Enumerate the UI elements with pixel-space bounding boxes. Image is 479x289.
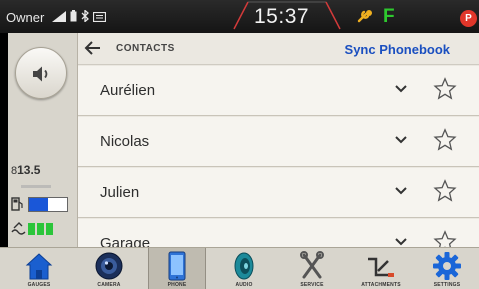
volume-button[interactable] bbox=[15, 47, 67, 99]
chevron-down-icon[interactable] bbox=[394, 186, 408, 195]
nav-settings[interactable]: SETTINGS bbox=[418, 248, 476, 289]
contacts-screen: CONTACTS Sync Phonebook Aurélien Nicolas… bbox=[78, 33, 479, 247]
favorite-star-icon[interactable] bbox=[433, 179, 457, 203]
contacts-header: CONTACTS Sync Phonebook bbox=[78, 33, 479, 65]
nav-camera[interactable]: CAMERA bbox=[80, 248, 138, 289]
attachment-icon bbox=[368, 257, 394, 277]
bottom-nav: GAUGES CAMERA PHONE AUDIO SERVICE ATTACH… bbox=[0, 247, 479, 289]
settings-gear-icon bbox=[433, 252, 461, 280]
contact-row[interactable]: Julien bbox=[78, 168, 479, 218]
speaker-volume-icon bbox=[33, 66, 48, 82]
nav-label: ATTACHMENTS bbox=[361, 282, 401, 288]
def-level-gauge bbox=[28, 223, 53, 235]
def-icon bbox=[11, 222, 26, 235]
battery-icon bbox=[70, 10, 77, 22]
contact-name: Aurélien bbox=[100, 82, 156, 99]
chevron-down-icon[interactable] bbox=[394, 237, 408, 246]
clock: 15:37 bbox=[254, 5, 310, 28]
message-icon bbox=[93, 12, 106, 22]
nav-label: PHONE bbox=[167, 282, 187, 288]
contact-name: Julien bbox=[100, 184, 140, 201]
speaker-icon bbox=[234, 252, 254, 280]
contact-row[interactable]: Aurélien bbox=[78, 66, 479, 116]
contact-name: Garage bbox=[100, 235, 151, 247]
chevron-down-icon[interactable] bbox=[394, 135, 408, 144]
nav-label: SERVICE bbox=[300, 282, 324, 288]
chevron-down-icon[interactable] bbox=[394, 84, 408, 93]
profile-name[interactable]: Owner bbox=[6, 10, 44, 25]
favorite-star-icon[interactable] bbox=[433, 230, 457, 247]
favorite-star-icon[interactable] bbox=[433, 128, 457, 152]
contact-list: Aurélien Nicolas Julien Garage bbox=[78, 66, 479, 247]
fuel-gauge bbox=[28, 197, 68, 212]
nav-attachments[interactable]: ATTACHMENTS bbox=[352, 248, 410, 289]
signal-icon bbox=[52, 11, 66, 22]
bluetooth-icon bbox=[81, 10, 89, 22]
def-level-bar bbox=[37, 223, 44, 235]
def-level-bar bbox=[46, 223, 53, 235]
gear-indicator: F bbox=[383, 6, 395, 27]
nav-phone[interactable]: PHONE bbox=[148, 248, 206, 289]
voltage-value: 13.5 bbox=[17, 163, 41, 177]
nav-label: AUDIO bbox=[235, 282, 253, 288]
phone-icon bbox=[168, 251, 186, 281]
nav-label: GAUGES bbox=[27, 282, 51, 288]
contact-row[interactable]: Garage bbox=[78, 219, 479, 247]
camera-icon bbox=[95, 252, 123, 280]
nav-audio[interactable]: AUDIO bbox=[215, 248, 273, 289]
nav-label: CAMERA bbox=[97, 282, 121, 288]
favorite-star-icon[interactable] bbox=[433, 77, 457, 101]
def-level-bar bbox=[28, 223, 35, 235]
nav-service[interactable]: SERVICE bbox=[283, 248, 341, 289]
voltage-bar bbox=[21, 185, 51, 188]
fuel-icon bbox=[11, 197, 23, 211]
house-icon bbox=[25, 253, 53, 280]
nav-label: SETTINGS bbox=[433, 282, 461, 288]
contact-row[interactable]: Nicolas bbox=[78, 117, 479, 167]
status-icons bbox=[52, 10, 106, 22]
sync-phonebook-button[interactable]: Sync Phonebook bbox=[345, 42, 450, 57]
status-bar: Owner 15:37 F P bbox=[0, 0, 479, 33]
left-panel: 813.5 bbox=[8, 33, 78, 247]
wrench-icon bbox=[300, 251, 324, 279]
contact-name: Nicolas bbox=[100, 133, 150, 150]
service-warning-icon bbox=[357, 10, 372, 23]
nav-gauges[interactable]: GAUGES bbox=[10, 248, 68, 289]
fuel-gauge-fill bbox=[29, 198, 48, 211]
page-title: CONTACTS bbox=[116, 43, 175, 54]
alert-badge[interactable]: P bbox=[460, 10, 477, 27]
voltage-readout: 813.5 bbox=[11, 163, 40, 177]
back-arrow-icon[interactable] bbox=[84, 40, 102, 56]
